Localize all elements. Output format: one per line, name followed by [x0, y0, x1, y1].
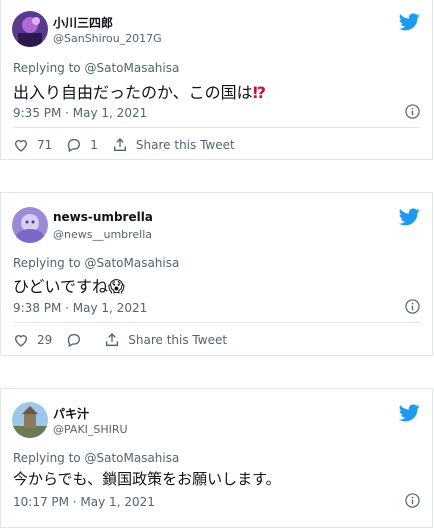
tweet-text: ひどいですね😱 [13, 273, 125, 297]
scream-emoji: 😱 [108, 277, 125, 296]
reply-action[interactable]: 1 [66, 137, 98, 153]
share-icon[interactable] [112, 137, 128, 153]
like-action[interactable]: 71 [13, 137, 52, 153]
heart-icon[interactable] [13, 332, 29, 348]
tweet-timestamp[interactable]: 9:38 PM · May 1, 2021 [13, 301, 147, 315]
twitter-bird-icon[interactable] [399, 13, 420, 31]
like-action[interactable]: 29 [13, 332, 52, 348]
replying-to[interactable]: Replying to @SatoMasahisa [13, 61, 179, 75]
tweet-timestamp[interactable]: 9:35 PM · May 1, 2021 [13, 106, 147, 120]
share-label: Share this Tweet [135, 138, 235, 152]
author-handle[interactable]: @SanShirou_2017G [53, 32, 162, 45]
tweet-card[interactable]: 小川三四郎 @SanShirou_2017G Replying to @Sato… [0, 0, 433, 160]
like-count: 29 [37, 333, 53, 347]
heart-icon[interactable] [13, 137, 29, 153]
author-name[interactable]: news-umbrella [53, 210, 153, 224]
reply-count: 1 [90, 138, 98, 152]
divider [13, 127, 420, 128]
share-action[interactable]: Share this Tweet [112, 137, 235, 153]
tweet-timestamp[interactable]: 10:17 PM · May 1, 2021 [13, 495, 155, 509]
author-name[interactable]: パキ汁 [53, 405, 89, 422]
avatar[interactable] [12, 207, 48, 243]
interrobang-emoji: ⁉ [252, 83, 266, 102]
tweet-text: 出入り自由だったのか、この国は⁉ [13, 79, 266, 103]
reply-icon[interactable] [66, 332, 82, 348]
tweet-text-content: 出入り自由だったのか、この国は [13, 83, 253, 102]
replying-to[interactable]: Replying to @SatoMasahisa [13, 256, 179, 270]
twitter-bird-icon[interactable] [399, 404, 420, 422]
avatar[interactable] [12, 11, 48, 47]
reply-icon[interactable] [66, 137, 82, 153]
tweet-card[interactable]: news-umbrella @news__umbrella Replying t… [0, 192, 433, 356]
avatar[interactable] [12, 402, 48, 438]
info-icon[interactable] [405, 299, 420, 314]
like-count: 71 [37, 138, 53, 152]
replying-to[interactable]: Replying to @SatoMasahisa [13, 451, 179, 465]
info-icon[interactable] [405, 493, 420, 508]
author-handle[interactable]: @news__umbrella [53, 228, 152, 241]
twitter-bird-icon[interactable] [399, 208, 420, 226]
tweet-actions: 29 Share this Tweet [13, 330, 420, 350]
author-name[interactable]: 小川三四郎 [53, 14, 113, 31]
share-icon[interactable] [104, 332, 120, 348]
divider [13, 322, 420, 323]
tweet-text: 今からでも、鎖国政策をお願いします。 [13, 470, 281, 488]
tweet-text-content: ひどいですね [13, 277, 109, 296]
info-icon[interactable] [405, 104, 420, 119]
share-action[interactable]: Share this Tweet [104, 332, 227, 348]
author-handle[interactable]: @PAKI_SHIRU [53, 423, 128, 436]
tweet-actions: 71 1 Share this Tweet [13, 135, 420, 155]
tweet-card[interactable]: パキ汁 @PAKI_SHIRU Replying to @SatoMasahis… [0, 388, 433, 528]
share-label: Share this Tweet [128, 333, 228, 347]
reply-action[interactable] [66, 332, 90, 348]
